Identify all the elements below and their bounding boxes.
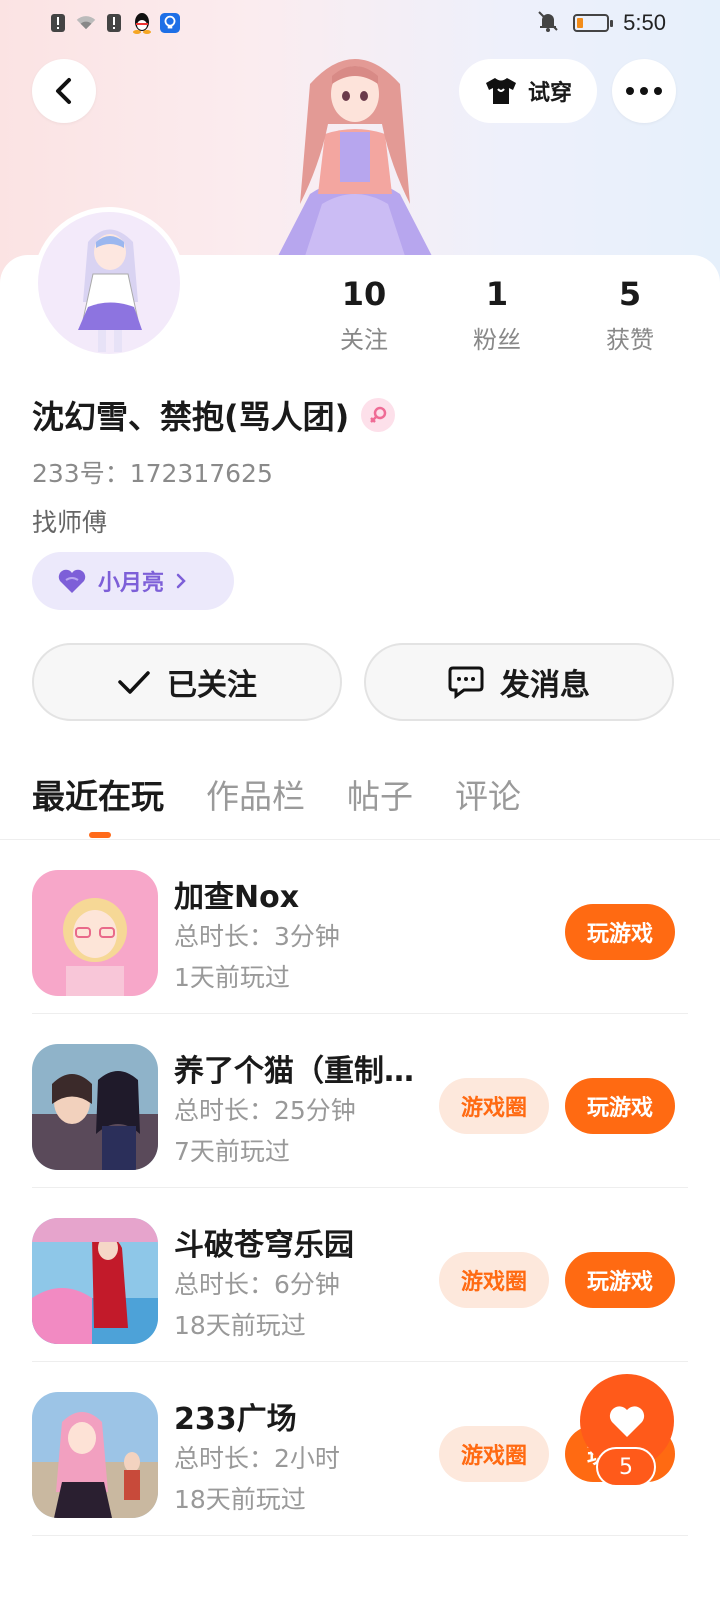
game-duration: 总时长：3分钟 [174,922,340,951]
followed-button[interactable]: 已关注 [32,643,342,721]
game-duration: 总时长：2小时 [174,1444,340,1473]
profile-tabs: 最近在玩 作品栏 帖子 评论 [32,770,563,818]
female-gender-icon [361,398,396,432]
status-bar: 5:50 [0,0,720,48]
game-list-item[interactable]: 养了个猫（重制… 总时长：25分钟 7天前玩过 游戏圈 玩游戏 [32,1014,688,1188]
alert-icon [48,12,68,34]
sim-alert-icon [104,12,124,34]
game-circle-button[interactable]: 游戏圈 [439,1426,549,1482]
wifi-icon [76,12,96,34]
play-game-button[interactable]: 玩游戏 [565,1252,675,1308]
avatar[interactable] [33,207,185,359]
moon-tag-badge[interactable]: 小月亮 [32,552,234,610]
game-last-played: 7天前玩过 [174,1137,290,1166]
tab-comments[interactable]: 评论 [455,770,521,818]
check-icon [118,671,150,694]
game-circle-button[interactable]: 游戏圈 [439,1078,549,1134]
chat-bubble-icon [448,666,484,699]
send-message-button[interactable]: 发消息 [364,643,674,721]
stat-following[interactable]: 10 关注 [314,274,414,355]
tryon-button[interactable]: 试穿 [459,59,597,123]
game-title: 233广场 [174,1402,297,1437]
game-duration: 总时长：25分钟 [174,1096,356,1125]
chevron-right-icon [176,573,186,589]
stat-likes[interactable]: 5 获赞 [580,274,680,355]
game-icon [32,1044,158,1170]
game-title: 加查Nox [174,880,300,915]
name-row: 沈幻雪、禁抱(骂人团) [32,392,396,438]
status-time: 5:50 [623,10,666,35]
stat-following-count: 10 [341,275,387,313]
stat-likes-label: 获赞 [606,326,654,354]
send-message-label: 发消息 [500,668,590,703]
play-game-button[interactable]: 玩游戏 [565,904,675,960]
avatar-image [78,229,142,352]
back-button[interactable] [32,59,96,123]
game-duration: 总时长：6分钟 [174,1270,340,1299]
bulb-app-icon [160,12,180,34]
game-title: 养了个猫（重制… [174,1054,414,1089]
game-title: 斗破苍穹乐园 [174,1228,354,1263]
tryon-label: 试穿 [527,81,572,106]
stat-following-label: 关注 [340,326,388,354]
game-last-played: 18天前玩过 [174,1311,306,1340]
game-circle-button[interactable]: 游戏圈 [439,1252,549,1308]
user-bio: 找师傅 [32,508,108,537]
more-dots-icon [626,87,662,95]
heart-icon [609,1406,645,1437]
tshirt-icon [485,78,516,104]
tab-works[interactable]: 作品栏 [206,770,305,818]
moon-tag-label: 小月亮 [98,571,165,596]
game-last-played: 18天前玩过 [174,1485,306,1514]
followed-label: 已关注 [167,668,257,703]
bell-muted-icon [537,10,559,36]
play-game-button[interactable]: 玩游戏 [565,1078,675,1134]
game-icon [32,1218,158,1344]
active-tab-indicator [89,832,111,838]
game-list-item[interactable]: 斗破苍穹乐园 总时长：6分钟 18天前玩过 游戏圈 玩游戏 [32,1188,688,1362]
qq-icon [132,12,152,34]
list-divider [32,1535,688,1536]
avatar-3d-figure [278,59,432,256]
game-list-item[interactable]: 加查Nox 总时长：3分钟 1天前玩过 玩游戏 [32,840,688,1014]
user-name: 沈幻雪、禁抱(骂人团) [32,398,350,436]
game-icon [32,870,158,996]
tab-recently-played[interactable]: 最近在玩 [32,770,164,818]
battery-icon [573,14,614,32]
battery-level [577,18,584,28]
stat-fans[interactable]: 1 粉丝 [447,274,547,355]
game-last-played: 1天前玩过 [174,963,290,992]
stat-fans-label: 粉丝 [473,326,521,354]
stat-likes-count: 5 [618,275,642,313]
heart-icon [58,569,86,593]
tab-posts[interactable]: 帖子 [347,770,413,818]
like-count-badge: 5 [596,1447,656,1487]
stat-fans-count: 1 [485,275,509,313]
more-options-button[interactable] [612,59,676,123]
game-icon [32,1392,158,1518]
chevron-left-icon [56,78,71,104]
user-id: 233号：172317625 [32,459,273,488]
